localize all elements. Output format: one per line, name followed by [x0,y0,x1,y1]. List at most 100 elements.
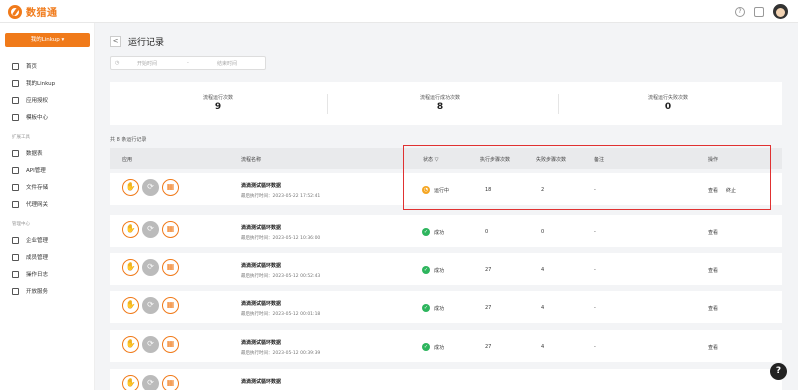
home-icon [12,62,19,70]
app-icon-hand[interactable]: ✋ [122,179,139,196]
app-icon-cycle[interactable]: ⟳ [142,259,159,276]
sidebar-item-label: 文件存储 [26,185,49,191]
app-icons: ✋ ⟳ ▦ [122,259,179,276]
remark: - [594,344,596,350]
highlight-box [403,145,771,210]
sidebar-item-open-service[interactable]: 开放服务 [12,286,48,296]
flow-name[interactable]: 滴滴测试循环数据 [241,300,281,307]
status-badge: ✓ 成功 [422,228,444,236]
app-icon-calc[interactable]: ▦ [162,336,179,353]
remark: - [594,305,596,311]
stat-label: 流程运行失败次数 [647,95,688,101]
exec-steps: 27 [485,344,492,350]
app-icon-hand[interactable]: ✋ [122,336,139,353]
last-run-time: 最后执行时间：2023-05-12 00:01:18 [241,312,321,317]
top-bar: 数猎通 ? [0,0,798,23]
stats-panel: 流程运行次数 9 流程运行成功次数 8 流程运行失败次数 0 [110,82,782,125]
status-text: 成功 [434,305,445,312]
sidebar-item-my-linkup[interactable]: 我的Linkup [12,78,55,88]
clock-icon: ◷ [115,60,120,66]
sidebar-item-label: 企业管理 [26,238,49,244]
fail-steps: 0 [541,229,545,235]
sidebar-item-datatable[interactable]: 数据表 [12,148,43,158]
sidebar-item-company[interactable]: 企业管理 [12,235,48,245]
fail-steps: 4 [541,267,545,273]
view-link[interactable]: 查看 [708,305,718,312]
exec-steps: 27 [485,305,492,311]
sidebar-item-logs[interactable]: 操作日志 [12,269,48,279]
flow-name[interactable]: 滴滴测试循环数据 [241,339,281,346]
app-icon-calc[interactable]: ▦ [162,375,179,390]
table-row: ✋ ⟳ ▦ 滴滴测试循环数据 [110,369,782,390]
app-icon-cycle[interactable]: ⟳ [142,375,159,390]
app-icon-calc[interactable]: ▦ [162,221,179,238]
table-row: ✋ ⟳ ▦ 滴滴测试循环数据最后执行时间：2023-05-12 00:01:18 ✓ 成功… [110,291,782,323]
app-icon-calc[interactable]: ▦ [162,179,179,196]
sidebar-item-label: 操作日志 [26,272,49,278]
app-icon-cycle[interactable]: ⟳ [142,297,159,314]
app-icon-hand[interactable]: ✋ [122,259,139,276]
last-run-time: 最后执行时间：2023-05-12 00:39:39 [241,351,321,356]
stat-label: 流程运行次数 [202,95,233,101]
flow-name[interactable]: 滴滴测试循环数据 [241,224,281,231]
stack-icon [12,79,19,87]
col-flow-name: 流程名称 [241,157,262,163]
app-icon-hand[interactable]: ✋ [122,297,139,314]
record-count: 共 8 条运行记录 [110,137,147,143]
sidebar-item-members[interactable]: 成员管理 [12,252,48,262]
app-icon-calc[interactable]: ▦ [162,259,179,276]
app-icons: ✋ ⟳ ▦ [122,297,179,314]
sidebar-item-label: 首页 [26,64,38,70]
app-icon-calc[interactable]: ▦ [162,297,179,314]
success-icon: ✓ [422,304,430,312]
table-row: ✋ ⟳ ▦ 滴滴测试循环数据 最后执行时间：2023-05-12 10:36:00 ✓ 成功… [110,215,782,247]
end-date-input[interactable]: 结束时间 [217,60,237,67]
status-badge: ✓ 成功 [422,266,444,274]
page-title: 运行记录 [128,38,165,48]
brand-logo[interactable]: 数猎通 [8,4,58,19]
exec-steps: 0 [485,229,489,235]
sidebar-item-files[interactable]: 文件存储 [12,182,48,192]
sidebar-item-label: 数据表 [26,151,43,157]
app-icon-cycle[interactable]: ⟳ [142,221,159,238]
view-link[interactable]: 查看 [708,344,718,351]
help-circle-icon[interactable]: ? [735,6,745,17]
app-icon-hand[interactable]: ✋ [122,375,139,390]
folder-icon [12,183,19,191]
app-icons: ✋ ⟳ ▦ [122,179,179,196]
back-button[interactable]: < [110,36,121,47]
divider [327,94,328,114]
sidebar-item-home[interactable]: 首页 [12,61,37,71]
view-link[interactable]: 查看 [708,229,718,236]
brand-name: 数猎通 [26,8,58,19]
stat-value: 0 [664,102,672,112]
sidebar-item-label: 模板中心 [26,115,49,121]
last-run-time: 最后执行时间：2023-05-12 00:52:43 [241,274,321,279]
date-range-picker[interactable]: ◷ 开始时间 - 结束时间 [110,56,266,70]
page-header: < 运行记录 [110,35,164,48]
my-linkup-button[interactable]: 我的Linkup ▾ [5,33,90,47]
sidebar-item-gateway[interactable]: 代理网关 [12,199,48,209]
company-icon [12,236,19,244]
sidebar-item-api[interactable]: API管理 [12,165,46,175]
flow-name[interactable]: 滴滴测试循环数据 [241,378,281,385]
app-icons: ✋ ⟳ ▦ [122,336,179,353]
app-icon-hand[interactable]: ✋ [122,221,139,238]
stat-run-count: 流程运行次数 9 [180,94,256,112]
table-icon [12,149,19,157]
flow-name[interactable]: 滴滴测试循环数据 [241,262,281,269]
start-date-input[interactable]: 开始时间 [137,60,157,67]
flow-name[interactable]: 滴滴测试循环数据 [241,182,281,189]
app-icons: ✋ ⟳ ▦ [122,221,179,238]
sidebar-item-templates[interactable]: 模板中心 [12,112,48,122]
app-icon-cycle[interactable]: ⟳ [142,179,159,196]
message-icon[interactable] [754,6,764,17]
sidebar-item-app-auth[interactable]: 应用授权 [12,95,48,105]
help-button[interactable]: ? [770,363,787,380]
remark: - [594,267,596,273]
gateway-icon [12,200,19,208]
avatar[interactable] [773,4,788,19]
view-link[interactable]: 查看 [708,267,718,274]
app-icon-cycle[interactable]: ⟳ [142,336,159,353]
sidebar-item-label: 我的Linkup [26,81,56,87]
